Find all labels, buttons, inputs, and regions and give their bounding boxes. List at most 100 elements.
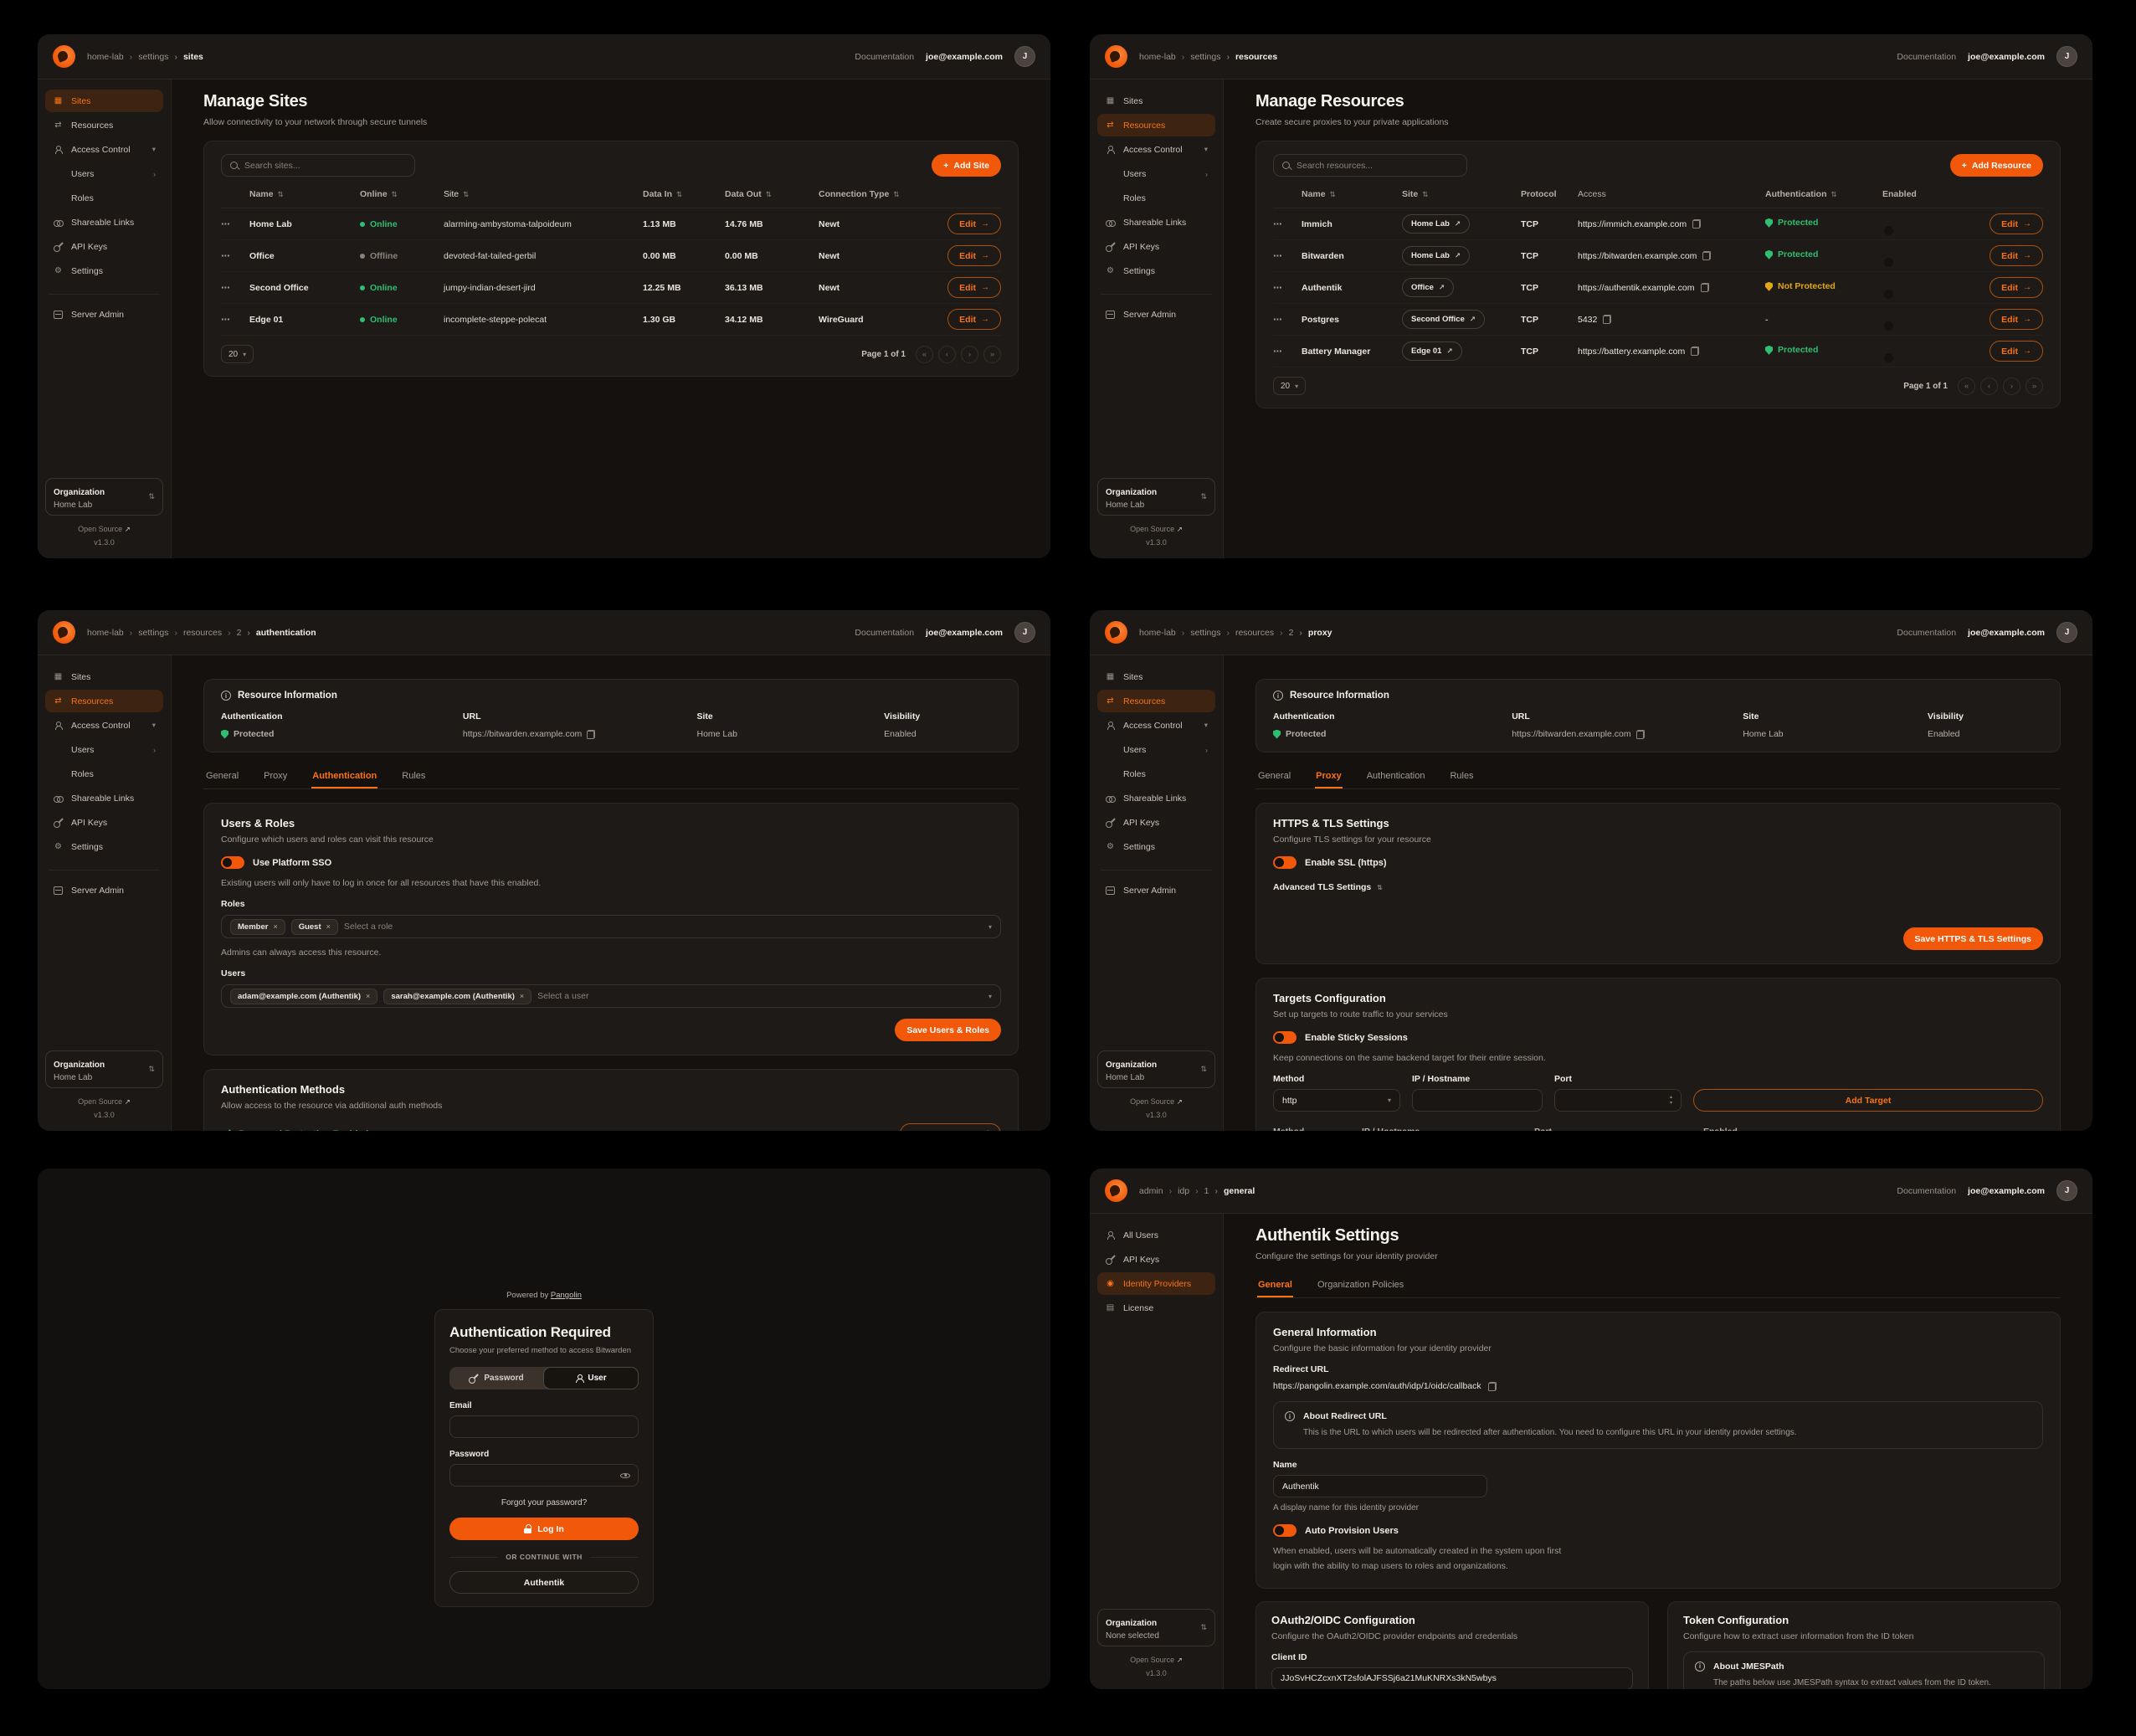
access-url[interactable]: https://authentik.example.com — [1578, 283, 1695, 293]
remove-password-button[interactable]: Remove Password — [900, 1123, 1001, 1131]
user-email[interactable]: joe@example.com — [926, 628, 1003, 638]
documentation-link[interactable]: Documentation — [1897, 1186, 1956, 1196]
sidebar-item-api-keys[interactable]: API Keys — [1097, 1248, 1215, 1271]
sidebar-item-users[interactable]: Users› — [45, 162, 163, 185]
access-port[interactable]: 5432 — [1578, 315, 1597, 325]
sidebar-item-all-users[interactable]: All Users — [1097, 1224, 1215, 1246]
open-source-link[interactable]: Open Source ↗ — [1130, 1097, 1183, 1106]
breadcrumb-item[interactable]: 2 — [1280, 628, 1293, 638]
sidebar-item-shareable-links[interactable]: Shareable Links — [45, 211, 163, 234]
sidebar-item-roles[interactable]: Roles — [45, 763, 163, 785]
site-link-pill[interactable]: Home Lab↗ — [1402, 246, 1470, 265]
authentik-sso-button[interactable]: Authentik — [449, 1571, 639, 1594]
edit-button[interactable]: Edit→ — [1990, 213, 2043, 234]
site-link-pill[interactable]: Office↗ — [1402, 278, 1454, 297]
tab-proxy[interactable]: Proxy — [263, 766, 288, 788]
role-chip[interactable]: Member× — [230, 919, 285, 935]
resource-url[interactable]: https://bitwarden.example.com — [463, 729, 582, 739]
pangolin-logo[interactable] — [1105, 621, 1127, 644]
edit-button[interactable]: Edit→ — [947, 277, 1001, 298]
page-size-select[interactable]: 20▾ — [221, 345, 254, 363]
sidebar-item-resources[interactable]: ⇄Resources — [45, 690, 163, 712]
sidebar-item-sites[interactable]: ▦Sites — [1097, 665, 1215, 688]
ssl-toggle[interactable] — [1273, 856, 1296, 869]
col-online[interactable]: Online⇅ — [360, 189, 444, 199]
sidebar-item-users[interactable]: Users› — [45, 738, 163, 761]
search-input[interactable]: Search resources... — [1273, 154, 1467, 177]
row-menu-icon[interactable]: ⋯ — [221, 315, 249, 325]
edit-button[interactable]: Edit→ — [1990, 245, 2043, 266]
tab-proxy[interactable]: Proxy — [1315, 766, 1343, 788]
copy-icon[interactable] — [1636, 730, 1645, 739]
sidebar-item-server-admin[interactable]: Server Admin — [45, 879, 163, 901]
pangolin-logo[interactable] — [53, 45, 75, 68]
add-resource-button[interactable]: +Add Resource — [1950, 154, 2043, 177]
sidebar-item-sites[interactable]: ▦Sites — [1097, 90, 1215, 112]
col-site[interactable]: Site⇅ — [444, 189, 643, 199]
row-menu-icon[interactable]: ⋯ — [1273, 251, 1302, 261]
method-select[interactable]: http▾ — [1273, 1089, 1400, 1112]
advanced-tls-expander[interactable]: Advanced TLS Settings⇅ — [1273, 882, 2043, 892]
sidebar-item-access-control[interactable]: Access Control▾ — [45, 714, 163, 737]
sidebar-item-shareable-links[interactable]: Shareable Links — [45, 787, 163, 809]
site-link-pill[interactable]: Second Office↗ — [1402, 310, 1485, 329]
auto-provision-toggle[interactable] — [1273, 1524, 1296, 1537]
prev-page-button[interactable]: ‹ — [938, 346, 956, 363]
sidebar-item-users[interactable]: Users› — [1097, 162, 1215, 185]
tab-password[interactable]: Password — [449, 1367, 543, 1389]
row-menu-icon[interactable]: ⋯ — [1273, 347, 1302, 357]
sidebar-item-resources[interactable]: ⇄Resources — [1097, 690, 1215, 712]
prev-page-button[interactable]: ‹ — [1980, 378, 1998, 395]
documentation-link[interactable]: Documentation — [1897, 52, 1956, 62]
tab-authentication[interactable]: Authentication — [1366, 766, 1426, 788]
col-data-out[interactable]: Data Out⇅ — [725, 189, 819, 199]
col-site[interactable]: Site⇅ — [1402, 189, 1521, 199]
sidebar-item-roles[interactable]: Roles — [45, 187, 163, 209]
row-menu-icon[interactable]: ⋯ — [1273, 219, 1302, 229]
access-url[interactable]: https://bitwarden.example.com — [1578, 251, 1697, 261]
edit-button[interactable]: Edit→ — [947, 309, 1001, 330]
row-menu-icon[interactable]: ⋯ — [221, 251, 249, 261]
sidebar-item-sites[interactable]: ▦Sites — [45, 90, 163, 112]
sidebar-item-roles[interactable]: Roles — [1097, 187, 1215, 209]
sidebar-item-sites[interactable]: ▦Sites — [45, 665, 163, 688]
sidebar-item-resources[interactable]: ⇄Resources — [45, 114, 163, 136]
organization-picker[interactable]: OrganizationHome Lab ⇅ — [1097, 478, 1215, 516]
organization-picker[interactable]: OrganizationHome Lab ⇅ — [1097, 1050, 1215, 1088]
user-email[interactable]: joe@example.com — [926, 52, 1003, 62]
roles-select[interactable]: Member× Guest× Select a role ▾ — [221, 915, 1001, 938]
sidebar-item-roles[interactable]: Roles — [1097, 763, 1215, 785]
access-url[interactable]: https://battery.example.com — [1578, 347, 1685, 357]
col-name[interactable]: Name⇅ — [249, 189, 360, 199]
first-page-button[interactable]: « — [916, 346, 933, 363]
name-input[interactable]: Authentik — [1273, 1475, 1487, 1497]
sidebar-item-server-admin[interactable]: Server Admin — [1097, 879, 1215, 901]
sidebar-item-identity-providers[interactable]: ◉Identity Providers — [1097, 1272, 1215, 1295]
edit-button[interactable]: Edit→ — [1990, 341, 2043, 362]
sidebar-item-access-control[interactable]: Access Control▾ — [45, 138, 163, 161]
user-email[interactable]: joe@example.com — [1968, 52, 2045, 62]
stepper-icon[interactable]: ▴▾ — [1670, 1095, 1672, 1106]
col-connection-type[interactable]: Connection Type⇅ — [819, 189, 929, 199]
sidebar-item-settings[interactable]: ⚙Settings — [45, 835, 163, 858]
redirect-url[interactable]: https://pangolin.example.com/auth/idp/1/… — [1273, 1381, 1481, 1391]
pangolin-logo[interactable] — [1105, 45, 1127, 68]
sidebar-item-settings[interactable]: ⚙Settings — [1097, 835, 1215, 858]
open-source-link[interactable]: Open Source ↗ — [78, 525, 131, 533]
avatar[interactable]: J — [2056, 46, 2077, 67]
user-email[interactable]: joe@example.com — [1968, 1186, 2045, 1196]
breadcrumb-item[interactable]: 1 — [1195, 1186, 1209, 1196]
tab-organization-policies[interactable]: Organization Policies — [1317, 1275, 1404, 1297]
sidebar-item-settings[interactable]: ⚙Settings — [1097, 259, 1215, 282]
breadcrumb-item[interactable]: home-lab — [1139, 52, 1176, 62]
organization-picker[interactable]: OrganizationNone selected ⇅ — [1097, 1609, 1215, 1646]
last-page-button[interactable]: » — [983, 346, 1001, 363]
breadcrumb-item[interactable]: admin — [1139, 1186, 1163, 1196]
breadcrumb-item[interactable]: settings — [130, 52, 169, 62]
role-chip[interactable]: Guest× — [291, 919, 338, 935]
save-tls-button[interactable]: Save HTTPS & TLS Settings — [1903, 927, 2043, 950]
pangolin-logo[interactable] — [53, 621, 75, 644]
tab-rules[interactable]: Rules — [401, 766, 426, 788]
client-id-input[interactable]: JJoSvHCZcxnXT2sfolAJFSSj6a21MuKNRXs3kN5w… — [1271, 1667, 1633, 1689]
next-page-button[interactable]: › — [2003, 378, 2020, 395]
